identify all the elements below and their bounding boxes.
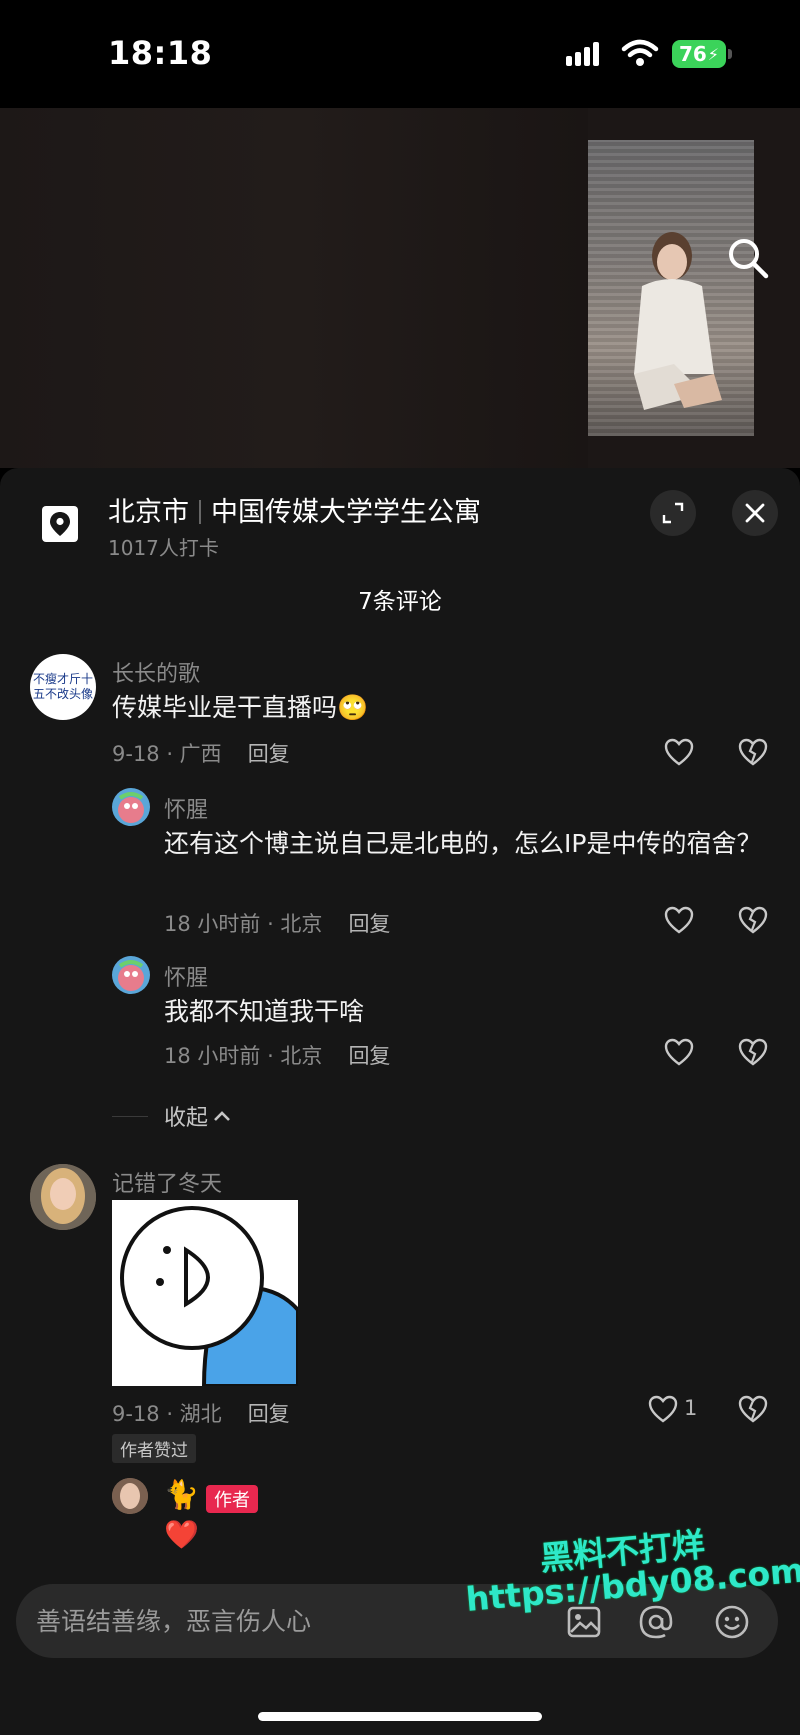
avatar[interactable] [112, 788, 150, 826]
comment-date-region: 9-18 · 广西 [112, 742, 222, 766]
reply-text: 还有这个博主说自己是北电的，怎么IP是中传的宿舍？ [164, 829, 762, 858]
author-avatar[interactable] [112, 1478, 148, 1514]
video-thumbnail[interactable] [588, 140, 754, 436]
video-background[interactable] [0, 108, 800, 468]
smiley-icon [715, 1605, 749, 1639]
at-sign-icon [639, 1605, 673, 1639]
red-heart-emoji: ❤️ [164, 1518, 199, 1551]
heart-icon [664, 738, 694, 766]
reply-date-region: 18 小时前 · 北京 [164, 912, 323, 936]
comment-sticker-image[interactable] [112, 1200, 298, 1386]
collapse-divider [112, 1115, 148, 1117]
comment-username[interactable]: 记错了冬天 [112, 1166, 222, 1198]
location-title[interactable]: 北京市 中国传媒大学学生公寓 [108, 490, 481, 529]
reply-username[interactable]: 怀腥 [164, 960, 208, 992]
comment-text: 传媒毕业是干直播吗🙄 [112, 693, 369, 722]
reply-meta: 18 小时前 · 北京 回复 [164, 908, 390, 938]
reply-button[interactable]: 回复 [348, 1044, 390, 1068]
wifi-icon [621, 39, 659, 66]
close-button[interactable] [732, 490, 778, 536]
location-city: 北京市 [108, 497, 189, 528]
comment-date-region: 9-18 · 湖北 [112, 1402, 222, 1426]
expand-icon [662, 502, 684, 524]
dislike-button[interactable] [736, 903, 770, 937]
comment-input[interactable] [36, 1600, 536, 1642]
collapse-replies-button[interactable]: 收起 [112, 1100, 232, 1132]
status-time: 18:18 [108, 34, 213, 72]
broken-heart-icon [738, 738, 768, 766]
comment-meta: 9-18 · 湖北 回复 [112, 1398, 290, 1428]
comment-count: 7条评论 [358, 589, 442, 615]
heart-icon [664, 1038, 694, 1066]
status-bar: 18:18 76 ⚡ [0, 0, 800, 108]
like-button[interactable] [662, 735, 696, 769]
like-count: 1 [684, 1396, 698, 1420]
close-icon [745, 503, 765, 523]
chevron-up-icon [214, 1111, 230, 1121]
reply-text: 我都不知道我干啥 [164, 997, 365, 1026]
smiling-stick-figure-sticker [120, 1206, 298, 1386]
avatar[interactable]: 不瘦才斤十五不改头像 [30, 654, 96, 720]
location-place: 中国传媒大学学生公寓 [211, 497, 481, 528]
checkin-count: 1017人打卡 [108, 536, 219, 560]
battery-tip [728, 49, 732, 59]
dislike-button[interactable] [736, 1392, 770, 1426]
comment-username[interactable]: 长长的歌 [112, 656, 200, 688]
avatar-text: 不瘦才斤十五不改头像 [33, 672, 94, 701]
comment-meta: 9-18 · 广西 回复 [112, 738, 290, 768]
mention-button[interactable] [638, 1604, 674, 1640]
avatar-photo-image [112, 1478, 148, 1514]
title-separator [199, 500, 201, 524]
video-dark-area [0, 108, 588, 468]
author-liked-badge: 作者赞过 [112, 1434, 196, 1463]
charging-icon: ⚡ [707, 44, 720, 64]
search-icon [729, 239, 769, 279]
avatar[interactable] [30, 1164, 96, 1230]
avatar[interactable] [112, 956, 150, 994]
broken-heart-icon [738, 1395, 768, 1423]
like-button[interactable] [662, 903, 696, 937]
image-icon [567, 1606, 601, 1638]
cellular-signal-icon [566, 42, 599, 66]
collapse-label: 收起 [164, 1106, 209, 1131]
reply-date-region: 18 小时前 · 北京 [164, 1044, 323, 1068]
heart-icon [664, 906, 694, 934]
avatar-cartoon-image [118, 960, 144, 991]
avatar-cartoon-image [118, 792, 144, 823]
like-button[interactable] [646, 1392, 680, 1426]
cat-emoji: 🐈 [164, 1478, 199, 1511]
emoji-button[interactable] [714, 1604, 750, 1640]
heart-icon [648, 1395, 678, 1423]
dislike-button[interactable] [736, 1035, 770, 1069]
broken-heart-icon [738, 1038, 768, 1066]
thumbnail-person-image [634, 232, 722, 410]
broken-heart-icon [738, 906, 768, 934]
home-indicator[interactable] [258, 1712, 542, 1721]
battery-indicator: 76 ⚡ [672, 40, 726, 68]
expand-button[interactable] [650, 490, 696, 536]
reply-meta: 18 小时前 · 北京 回复 [164, 1040, 390, 1070]
location-icon [42, 506, 78, 542]
reply-button[interactable]: 回复 [248, 1402, 290, 1426]
reply-button[interactable]: 回复 [348, 912, 390, 936]
reply-username[interactable]: 怀腥 [164, 792, 208, 824]
author-tag: 作者 [206, 1485, 258, 1513]
dislike-button[interactable] [736, 735, 770, 769]
like-button[interactable] [662, 1035, 696, 1069]
search-button[interactable] [722, 232, 774, 284]
battery-level: 76 [678, 42, 707, 66]
reply-button[interactable]: 回复 [248, 742, 290, 766]
avatar-photo-image [30, 1164, 96, 1230]
